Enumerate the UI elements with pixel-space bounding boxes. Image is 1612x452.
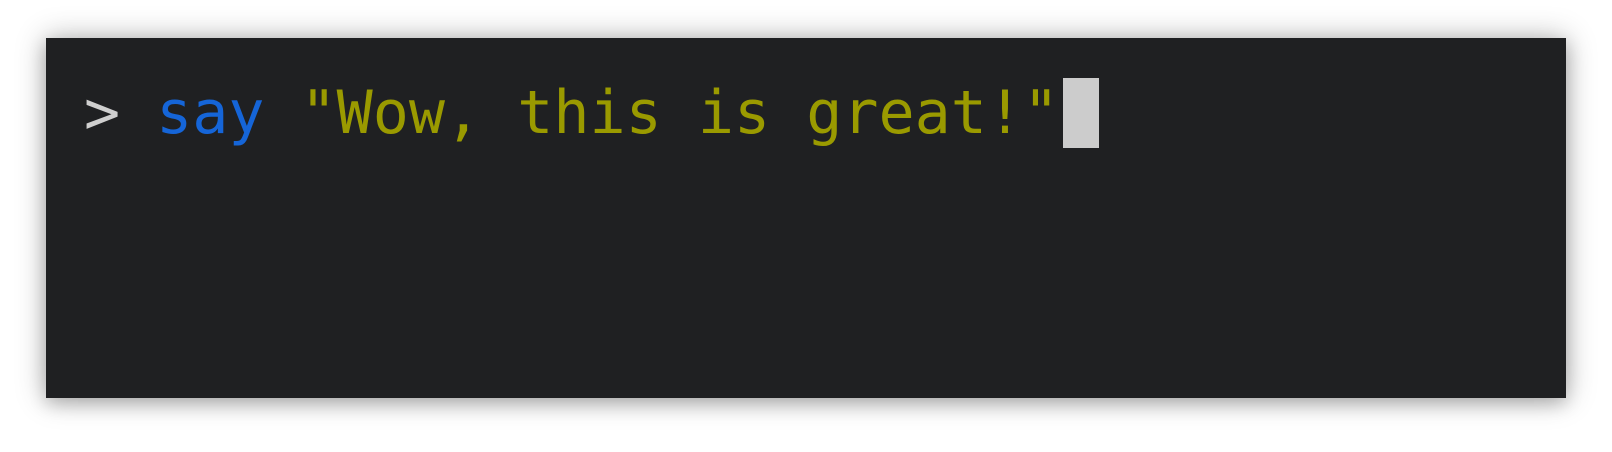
command-argument: "Wow, this is great!"	[300, 78, 1060, 148]
command-keyword: say	[156, 78, 265, 148]
prompt-symbol: >	[84, 78, 121, 148]
terminal-window[interactable]: > say "Wow, this is great!"	[46, 38, 1566, 398]
text-cursor	[1063, 78, 1100, 148]
command-line[interactable]: > say "Wow, this is great!"	[84, 78, 1100, 148]
